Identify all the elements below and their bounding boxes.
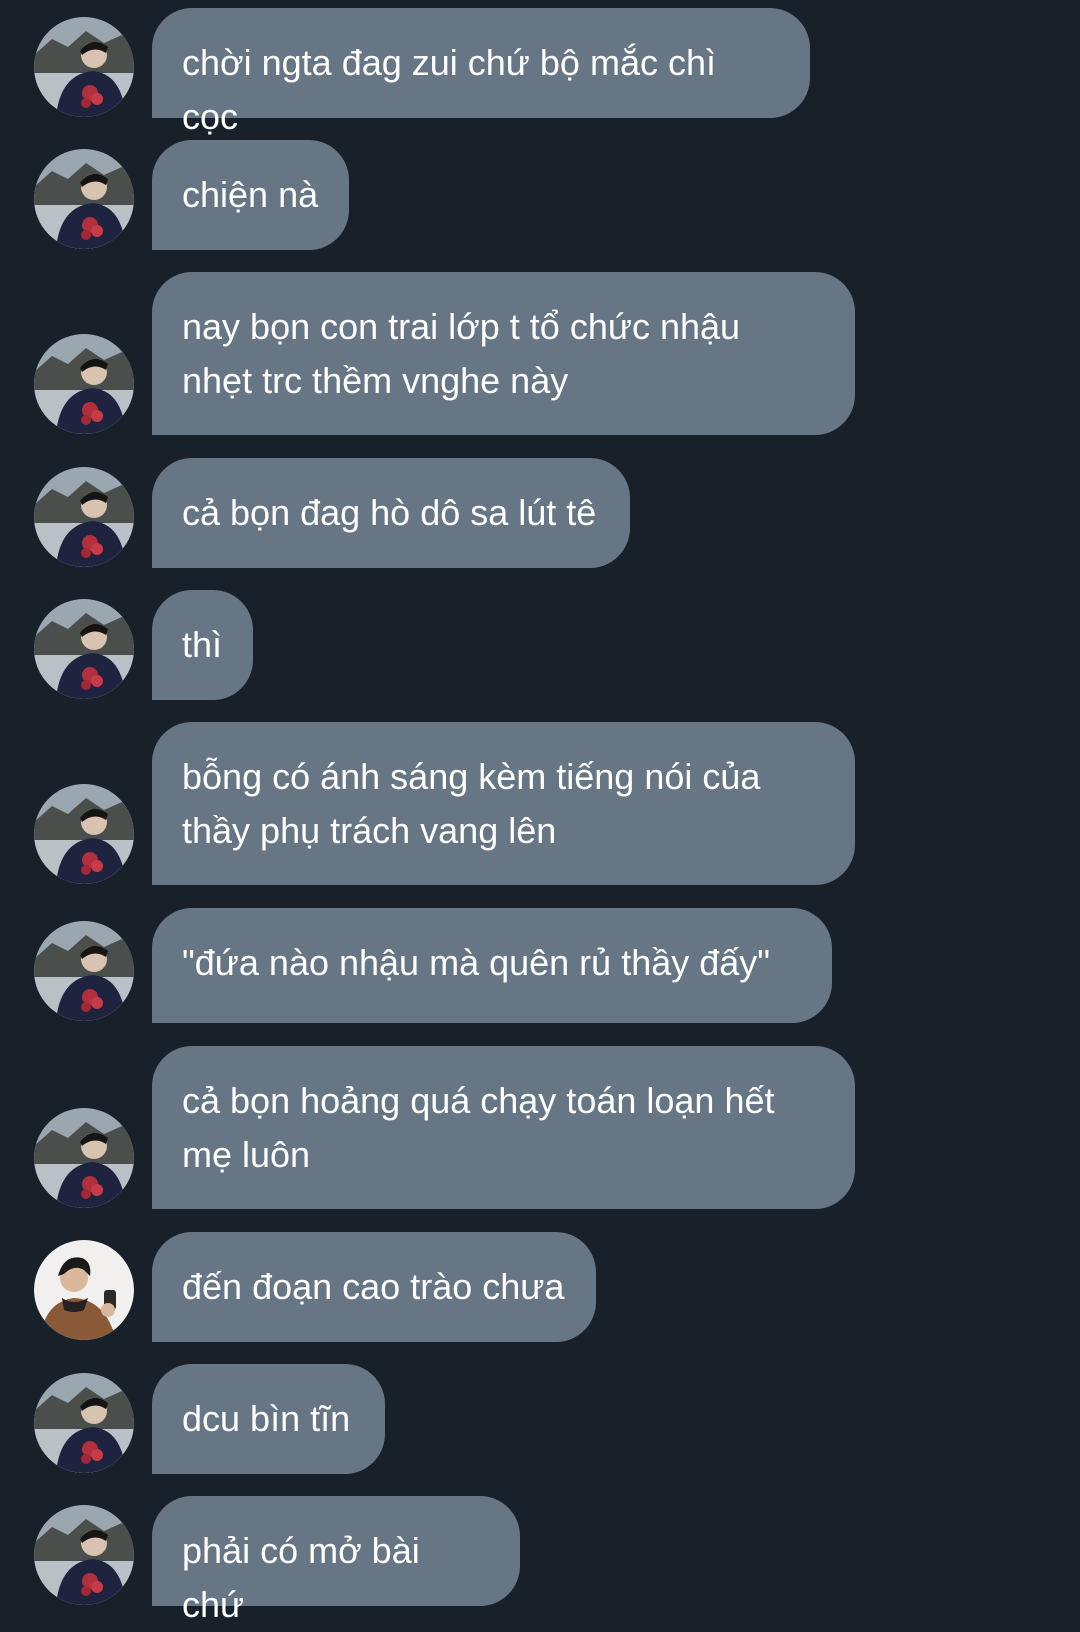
friend-avatar-icon[interactable] (34, 467, 134, 567)
friend-avatar-icon[interactable] (34, 1108, 134, 1208)
message-bubble[interactable]: dcu bìn tĩn (152, 1364, 385, 1474)
other-avatar-icon[interactable] (34, 1240, 134, 1340)
friend-avatar-icon[interactable] (34, 599, 134, 699)
friend-avatar-icon[interactable] (34, 921, 134, 1021)
message-bubble[interactable]: đến đoạn cao trào chưa (152, 1232, 596, 1342)
message-bubble[interactable]: cả bọn hoảng quá chạy toán loạn hết mẹ l… (152, 1046, 855, 1209)
message-bubble[interactable]: bỗng có ánh sáng kèm tiếng nói của thầy … (152, 722, 855, 885)
friend-avatar-icon[interactable] (34, 1373, 134, 1473)
friend-avatar-icon[interactable] (34, 334, 134, 434)
message-bubble[interactable]: "đứa nào nhậu mà quên rủ thầy đấy" (152, 908, 832, 1023)
message-bubble[interactable]: nay bọn con trai lớp t tổ chức nhậu nhẹt… (152, 272, 855, 435)
chat-thread: chời ngta đag zui chứ bộ mắc chì cọc chi… (0, 0, 1080, 1625)
friend-avatar-icon[interactable] (34, 1505, 134, 1605)
message-bubble[interactable]: thì (152, 590, 253, 700)
message-bubble[interactable]: chiện nà (152, 140, 349, 250)
friend-avatar-icon[interactable] (34, 17, 134, 117)
message-bubble[interactable]: cả bọn đag hò dô sa lút tê (152, 458, 630, 568)
friend-avatar-icon[interactable] (34, 784, 134, 884)
message-bubble[interactable]: phải có mở bài chứ (152, 1496, 520, 1625)
friend-avatar-icon[interactable] (34, 149, 134, 249)
message-bubble[interactable]: chời ngta đag zui chứ bộ mắc chì cọc (152, 8, 810, 137)
